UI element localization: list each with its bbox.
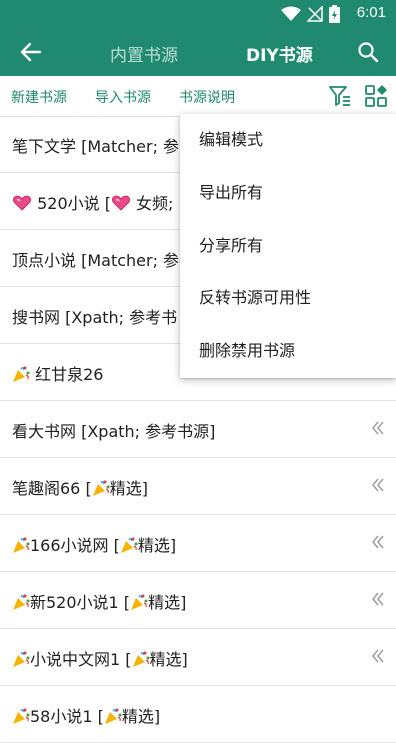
grid-settings-icon[interactable] — [364, 84, 388, 108]
list-item-label: 小说中文网1 [精选] — [12, 646, 188, 670]
status-time: 6:01 — [356, 4, 386, 21]
menu-item-delete-disabled[interactable]: 删除禁用书源 — [180, 325, 396, 378]
list-item-label: 笔趣阁66 [精选] — [12, 479, 148, 498]
list-item-label: 笔下文学 [Matcher; 参 — [12, 137, 180, 156]
new-source-button[interactable]: 新建书源 — [11, 87, 67, 107]
list-item[interactable]: 笔趣阁66 [精选] — [0, 458, 396, 515]
tab-diy-sources[interactable]: DIY书源 — [246, 41, 313, 66]
party-popper-icon — [104, 708, 122, 724]
list-item[interactable]: 看大书网 [Xpath; 参考书源] — [0, 401, 396, 458]
list-item[interactable]: 166小说网 [精选] — [0, 515, 396, 572]
filter-icon[interactable] — [328, 84, 352, 108]
party-popper-icon — [13, 651, 30, 667]
app-bar: 内置书源 DIY书源 — [0, 28, 396, 76]
wifi-icon — [281, 6, 301, 21]
chevron-left-icon[interactable] — [372, 478, 384, 492]
list-item-label: 166小说网 [精选] — [12, 532, 176, 556]
list-item-label: 看大书网 [Xpath; 参考书源] — [12, 422, 216, 441]
list-item-label: 520小说 [ 女频; — [12, 190, 173, 214]
heart-icon — [13, 195, 31, 211]
import-source-button[interactable]: 导入书源 — [95, 87, 151, 107]
source-help-button[interactable]: 书源说明 — [179, 87, 235, 107]
party-popper-icon — [13, 708, 30, 724]
party-popper-icon — [13, 537, 30, 553]
list-item[interactable]: 小说中文网1 [精选] — [0, 629, 396, 686]
chevron-left-icon[interactable] — [372, 592, 384, 606]
battery-charging-icon — [329, 5, 340, 23]
menu-item-invert-availability[interactable]: 反转书源可用性 — [180, 272, 396, 325]
status-icons — [281, 5, 340, 23]
no-signal-icon — [307, 6, 323, 22]
action-bar: 新建书源 导入书源 书源说明 — [0, 76, 396, 117]
heart-icon — [112, 195, 130, 211]
list-item-label: 新520小说1 [精选] — [12, 589, 186, 613]
list-item-label: 搜书网 [Xpath; 参考书 — [12, 308, 178, 327]
chevron-left-icon[interactable] — [372, 649, 384, 663]
party-popper-icon — [132, 651, 150, 667]
overflow-menu: 编辑模式 导出所有 分享所有 反转书源可用性 删除禁用书源 — [180, 114, 396, 378]
menu-item-edit-mode[interactable]: 编辑模式 — [180, 114, 396, 167]
search-icon[interactable] — [356, 40, 380, 64]
list-item[interactable]: 58小说1 [精选] — [0, 686, 396, 743]
list-item-label: 红甘泉26 — [12, 361, 103, 385]
list-item[interactable]: 新520小说1 [精选] — [0, 572, 396, 629]
party-popper-icon — [13, 366, 30, 382]
party-popper-icon — [13, 594, 30, 610]
menu-item-export-all[interactable]: 导出所有 — [180, 167, 396, 220]
chevron-left-icon[interactable] — [372, 421, 384, 435]
party-popper-icon — [92, 480, 110, 496]
list-item-label: 58小说1 [精选] — [12, 703, 160, 727]
chevron-left-icon[interactable] — [372, 535, 384, 549]
status-bar: 6:01 — [0, 0, 396, 28]
tab-builtin-sources[interactable]: 内置书源 — [110, 41, 178, 66]
menu-item-share-all[interactable]: 分享所有 — [180, 220, 396, 273]
list-item-label: 顶点小说 [Matcher; 参 — [12, 251, 180, 270]
party-popper-icon — [131, 594, 148, 610]
party-popper-icon — [120, 537, 138, 553]
back-arrow-icon[interactable] — [18, 40, 44, 64]
